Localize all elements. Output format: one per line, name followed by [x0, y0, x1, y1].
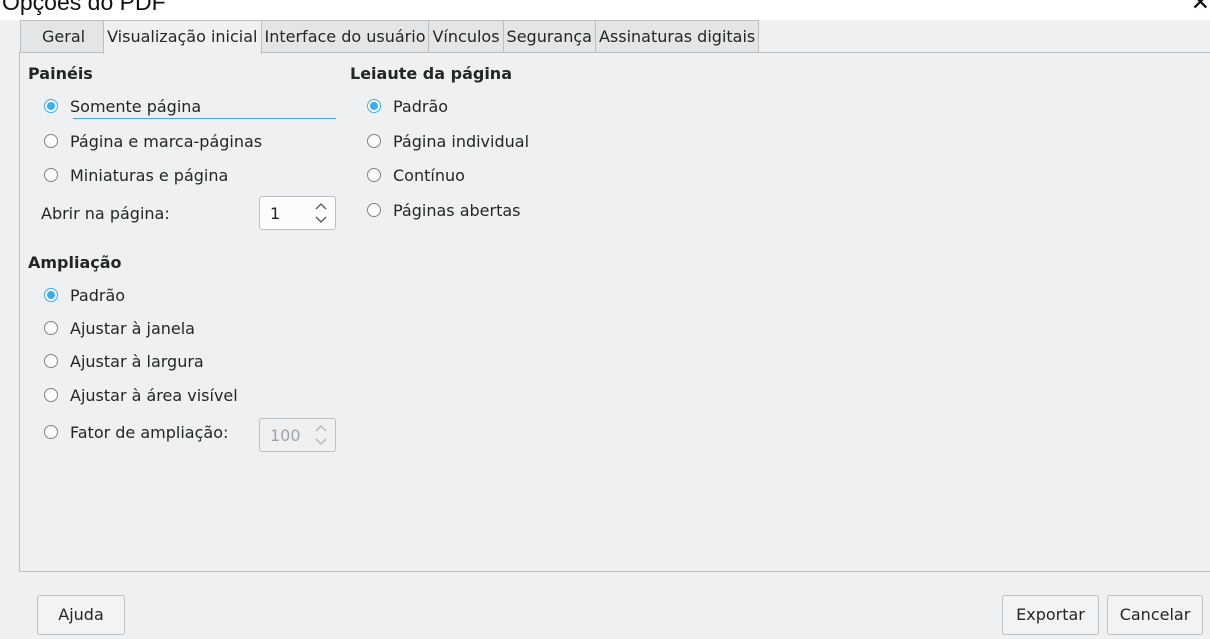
radio-label: Padrão: [393, 96, 449, 116]
radio-icon[interactable]: [367, 203, 381, 217]
radio-icon[interactable]: [367, 134, 381, 148]
paineis-heading: Painéis: [28, 64, 93, 83]
title-bar: Opções do PDF ✕: [0, 0, 1210, 20]
radio-icon[interactable]: [44, 425, 58, 439]
close-icon[interactable]: ✕: [1191, 0, 1210, 16]
radio-leiaute-padrao[interactable]: Padrão: [367, 94, 448, 118]
radio-ajustar-largura[interactable]: Ajustar à largura: [44, 349, 204, 373]
open-page-spinbox[interactable]: 1: [259, 196, 336, 230]
tab-geral[interactable]: Geral: [20, 20, 105, 52]
radio-label: Miniaturas e página: [70, 165, 229, 185]
radio-somente-pagina[interactable]: Somente página: [44, 94, 201, 118]
zoom-factor-value: 100: [270, 426, 301, 445]
radio-ajustar-area-visivel[interactable]: Ajustar à área visível: [44, 383, 238, 407]
radio-label: Padrão: [70, 285, 126, 305]
radio-icon[interactable]: [44, 388, 58, 402]
tab-bar: Geral Visualização inicial Interface do …: [20, 20, 760, 54]
radio-label: Página e marca-páginas: [70, 131, 263, 151]
cancel-button[interactable]: Cancelar: [1107, 595, 1203, 635]
radio-selected-icon[interactable]: [44, 99, 58, 113]
radio-label: Contínuo: [393, 165, 465, 185]
radio-icon[interactable]: [44, 168, 58, 182]
tab-assinaturas-digitais[interactable]: Assinaturas digitais: [594, 20, 760, 52]
leiaute-heading: Leiaute da página: [350, 64, 512, 83]
radio-paginas-abertas[interactable]: Páginas abertas: [367, 198, 521, 222]
radio-selected-icon[interactable]: [367, 99, 381, 113]
zoom-factor-spinbox[interactable]: 100: [259, 418, 336, 452]
window-title: Opções do PDF: [2, 0, 166, 15]
radio-icon[interactable]: [44, 321, 58, 335]
spin-arrows-icon[interactable]: [315, 422, 327, 448]
radio-fator-ampliacao[interactable]: Fator de ampliação:: [44, 420, 228, 444]
radio-label: Página individual: [393, 131, 530, 151]
radio-icon[interactable]: [367, 168, 381, 182]
tab-visualizacao-inicial[interactable]: Visualização inicial: [103, 20, 262, 54]
tab-interface-do-usuario[interactable]: Interface do usuário: [260, 20, 430, 52]
radio-label: Ajustar à largura: [70, 351, 204, 371]
radio-label: Fator de ampliação:: [70, 422, 229, 442]
radio-icon[interactable]: [44, 134, 58, 148]
radio-label: Ajustar à área visível: [70, 385, 238, 405]
open-page-label: Abrir na página:: [41, 204, 170, 223]
radio-miniaturas-e-pagina[interactable]: Miniaturas e página: [44, 163, 228, 187]
help-button[interactable]: Ajuda: [37, 595, 125, 635]
tab-seguranca[interactable]: Segurança: [502, 20, 596, 52]
radio-label: Ajustar à janela: [70, 318, 195, 338]
ampliacao-heading: Ampliação: [28, 253, 122, 272]
radio-icon[interactable]: [44, 354, 58, 368]
radio-label: Páginas abertas: [393, 200, 521, 220]
export-button[interactable]: Exportar: [1002, 595, 1099, 635]
radio-continuo[interactable]: Contínuo: [367, 163, 465, 187]
tab-vinculos[interactable]: Vínculos: [428, 20, 504, 52]
radio-pagina-individual[interactable]: Página individual: [367, 129, 529, 153]
radio-selected-icon[interactable]: [44, 288, 58, 302]
radio-label: Somente página: [70, 96, 202, 116]
focus-indicator: [73, 118, 336, 119]
spin-arrows-icon[interactable]: [315, 200, 327, 226]
open-page-value: 1: [270, 204, 281, 223]
radio-ajustar-janela[interactable]: Ajustar à janela: [44, 316, 195, 340]
radio-zoom-padrao[interactable]: Padrão: [44, 283, 125, 307]
radio-pagina-e-marca-paginas[interactable]: Página e marca-páginas: [44, 129, 262, 153]
